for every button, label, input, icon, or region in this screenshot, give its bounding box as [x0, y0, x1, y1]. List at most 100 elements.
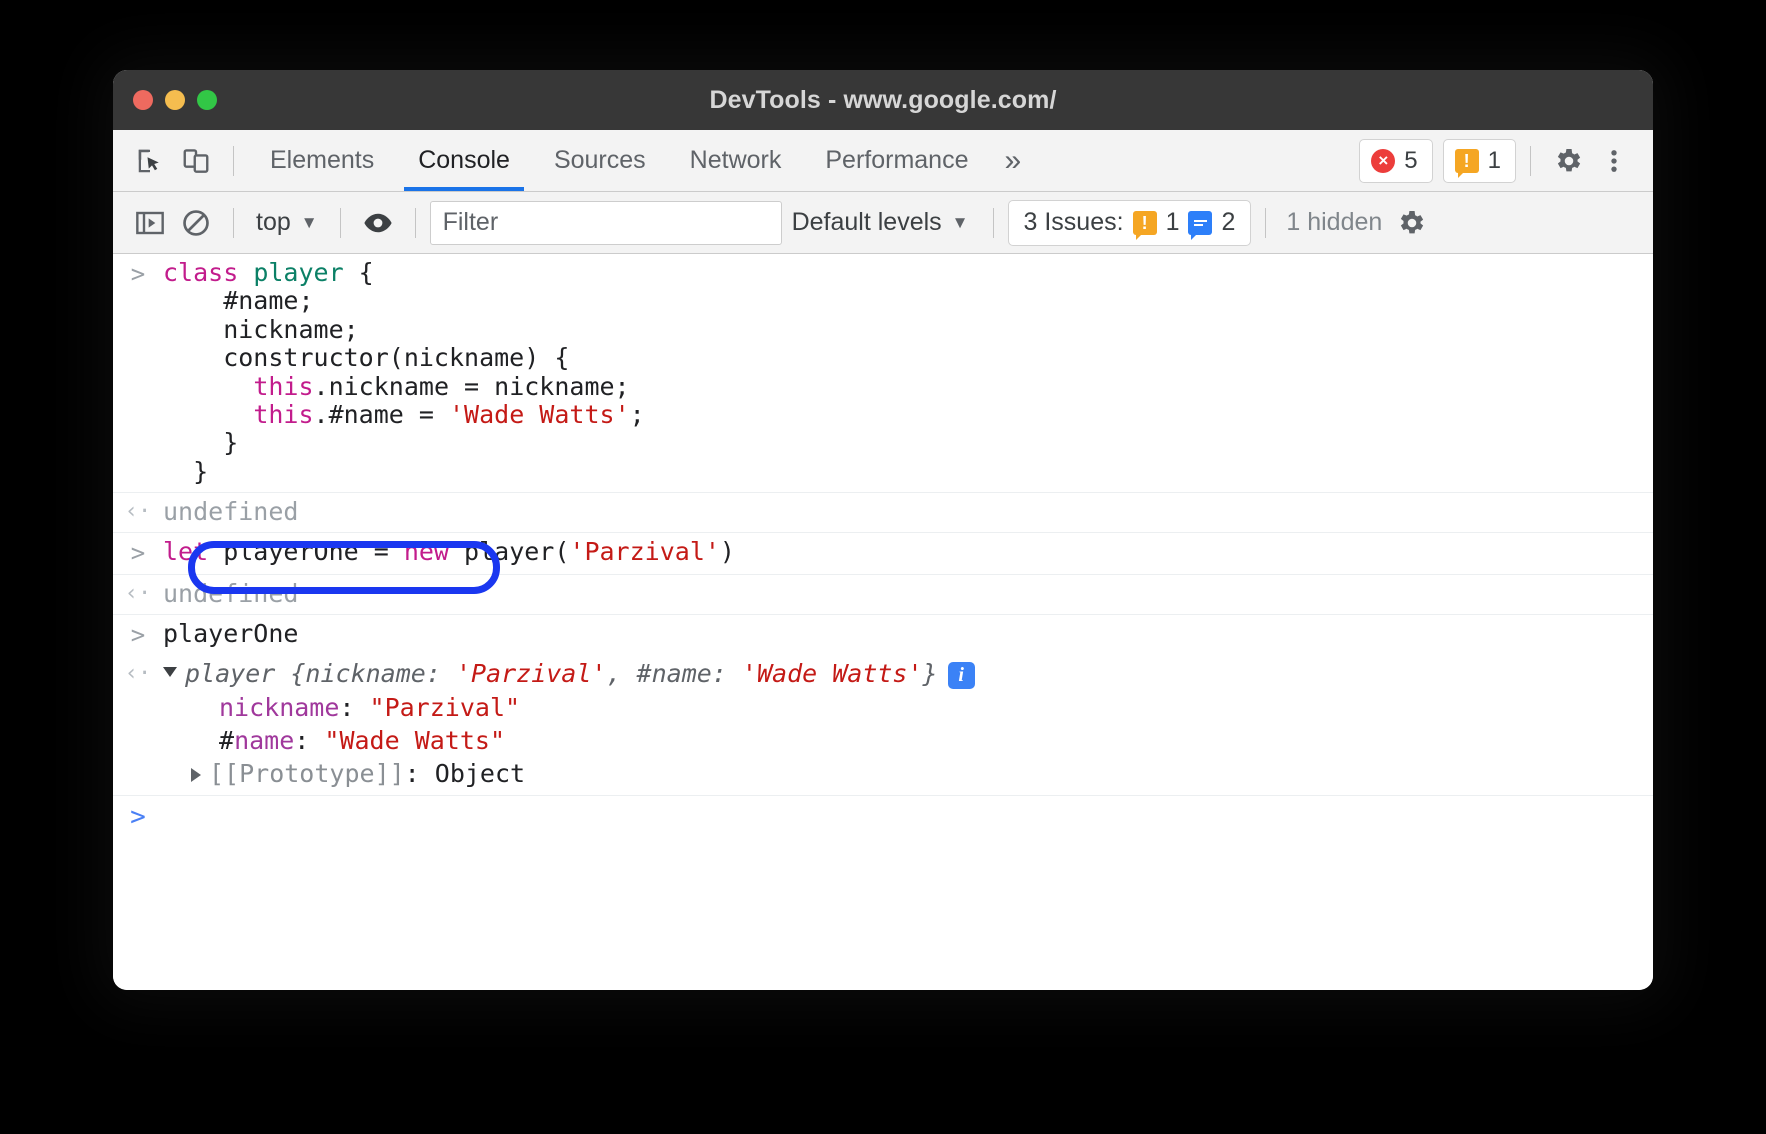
- issue-counters: × 5 ! 1: [1359, 139, 1516, 183]
- devtools-window: DevTools - www.google.com/: [113, 70, 1653, 990]
- screenshot-stage: DevTools - www.google.com/: [0, 0, 1766, 1134]
- prototype-value: Object: [435, 759, 525, 788]
- input-marker-icon-3: >: [113, 620, 163, 649]
- console-sidebar-icon[interactable]: [127, 200, 173, 246]
- object-property-nickname[interactable]: nickname: "Parzival": [163, 694, 975, 722]
- issues-info-icon: [1188, 211, 1212, 235]
- prompt-chevron-icon: >: [113, 801, 163, 833]
- console-prompt-row[interactable]: >: [113, 796, 1653, 839]
- console-result-undefined-1: undefined: [163, 498, 310, 526]
- error-count-label: 5: [1404, 147, 1417, 175]
- object-preview-close: }: [923, 659, 938, 688]
- object-inspector[interactable]: player {nickname: 'Parzival', #name: 'Wa…: [163, 660, 987, 789]
- console-code-class-player: class player { #name; nickname; construc…: [163, 259, 657, 486]
- console-code-playerone: playerOne: [163, 620, 310, 648]
- chevron-down-icon: ▼: [301, 213, 318, 233]
- expand-collapse-caret-icon[interactable]: [163, 667, 177, 684]
- tab-network[interactable]: Network: [668, 130, 804, 191]
- console-settings-gear-icon[interactable]: [1388, 200, 1434, 246]
- property-key-nickname: nickname: [219, 693, 339, 722]
- prototype-expand-caret-icon[interactable]: [191, 768, 201, 782]
- minimize-window-button[interactable]: [165, 90, 185, 110]
- console-entry-object-result[interactable]: ‹· player {nickname: 'Parzival', #name: …: [113, 655, 1653, 796]
- tab-console[interactable]: Console: [396, 130, 532, 191]
- tab-performance-label: Performance: [825, 146, 968, 175]
- panel-tabs: Elements Console Sources Network Perform…: [248, 130, 990, 191]
- property-sep-name: :: [294, 726, 324, 755]
- device-toolbar-icon[interactable]: [173, 138, 219, 184]
- console-entry-input[interactable]: > class player { #name; nickname; constr…: [113, 254, 1653, 493]
- tabstrip-divider-2: [1530, 146, 1531, 176]
- issues-info-count: 2: [1221, 208, 1235, 237]
- output-marker-icon-3: ‹·: [113, 660, 163, 687]
- prototype-key: [[Prototype]]: [209, 759, 405, 788]
- chevron-down-icon-levels: ▼: [952, 213, 969, 233]
- console-toolbar-divider-4: [993, 208, 994, 238]
- object-preview-nickname-key: nickname:: [305, 659, 456, 688]
- gear-icon[interactable]: [1545, 138, 1591, 184]
- info-badge-icon[interactable]: i: [948, 662, 975, 689]
- live-expression-eye-icon[interactable]: [355, 200, 401, 246]
- object-preview-open: {: [275, 659, 305, 688]
- property-value-nickname: "Parzival": [370, 693, 521, 722]
- console-toolbar: top ▼ Filter Default levels ▼ 3 Issues: …: [113, 192, 1653, 254]
- console-entry-input-2[interactable]: > let playerOne = new player('Parzival'): [113, 533, 1653, 574]
- devtools-tabstrip: Elements Console Sources Network Perform…: [113, 130, 1653, 192]
- warning-icon: !: [1455, 149, 1479, 173]
- maximize-window-button[interactable]: [197, 90, 217, 110]
- object-preview-nickname-value: 'Parzival': [456, 659, 607, 688]
- console-entry-output: ‹· undefined: [113, 493, 1653, 533]
- close-window-button[interactable]: [133, 90, 153, 110]
- console-code-let-playerone: let playerOne = new player('Parzival'): [163, 538, 747, 566]
- warning-count-button[interactable]: ! 1: [1443, 139, 1516, 183]
- tabstrip-divider: [233, 146, 234, 176]
- tab-sources-label: Sources: [554, 146, 646, 175]
- error-count-button[interactable]: × 5: [1359, 139, 1432, 183]
- console-message-list[interactable]: > class player { #name; nickname; constr…: [113, 254, 1653, 990]
- output-marker-icon-2: ‹·: [113, 580, 163, 607]
- console-entry-output-2: ‹· undefined: [113, 575, 1653, 615]
- console-toolbar-divider-1: [233, 208, 234, 238]
- object-preview-row[interactable]: player {nickname: 'Parzival', #name: 'Wa…: [163, 660, 975, 689]
- object-constructor-name: player: [185, 659, 275, 688]
- object-preview-name-key: , #name:: [606, 659, 741, 688]
- object-property-name[interactable]: #name: "Wade Watts": [163, 727, 975, 755]
- error-icon: ×: [1371, 149, 1395, 173]
- property-sep-nickname: :: [339, 693, 369, 722]
- console-entry-input-3[interactable]: > playerOne: [113, 615, 1653, 655]
- object-preview-name-value: 'Wade Watts': [742, 659, 923, 688]
- tab-elements-label: Elements: [270, 146, 374, 175]
- tab-console-label: Console: [418, 146, 510, 175]
- execution-context-selector[interactable]: top ▼: [248, 208, 326, 237]
- log-levels-label: Default levels: [792, 208, 942, 237]
- output-marker-icon: ‹·: [113, 498, 163, 525]
- property-value-name: "Wade Watts": [324, 726, 505, 755]
- filter-input[interactable]: Filter: [430, 201, 782, 245]
- console-toolbar-divider-2: [340, 208, 341, 238]
- object-property-prototype[interactable]: [[Prototype]]: Object: [163, 760, 975, 788]
- more-tabs-icon[interactable]: »: [990, 130, 1035, 191]
- issues-warning-count: 1: [1166, 208, 1180, 237]
- three-dot-menu-icon[interactable]: [1591, 138, 1637, 184]
- clear-console-icon[interactable]: [173, 200, 219, 246]
- property-key-prefix-hash: #: [219, 726, 234, 755]
- window-title: DevTools - www.google.com/: [113, 86, 1653, 115]
- console-result-undefined-2: undefined: [163, 580, 310, 608]
- log-levels-selector[interactable]: Default levels ▼: [782, 208, 979, 237]
- issues-button[interactable]: 3 Issues: ! 1 2: [1008, 200, 1252, 246]
- tab-network-label: Network: [690, 146, 782, 175]
- inspect-element-icon[interactable]: [127, 138, 173, 184]
- issues-label: 3 Issues:: [1024, 208, 1124, 237]
- tab-performance[interactable]: Performance: [803, 130, 990, 191]
- prototype-sep: :: [405, 759, 435, 788]
- window-titlebar: DevTools - www.google.com/: [113, 70, 1653, 130]
- issues-warning-icon: !: [1133, 211, 1157, 235]
- traffic-light-buttons[interactable]: [133, 90, 217, 110]
- hidden-messages-label[interactable]: 1 hidden: [1280, 208, 1388, 237]
- input-marker-icon-2: >: [113, 538, 163, 567]
- console-toolbar-divider-3: [415, 208, 416, 238]
- console-toolbar-divider-5: [1265, 208, 1266, 238]
- input-marker-icon: >: [113, 259, 163, 288]
- tab-elements[interactable]: Elements: [248, 130, 396, 191]
- tab-sources[interactable]: Sources: [532, 130, 668, 191]
